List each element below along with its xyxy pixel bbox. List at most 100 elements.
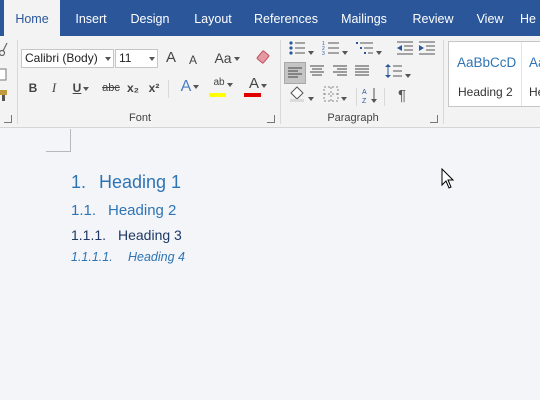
shading-button[interactable]: [286, 86, 316, 106]
format-painter-icon[interactable]: [0, 88, 10, 102]
shrink-font-label: A: [188, 53, 197, 67]
highlight-color-button[interactable]: ab: [207, 76, 239, 97]
change-case-label: Aa: [214, 50, 232, 66]
subscript-label: x₂: [126, 81, 139, 95]
align-left-icon: [288, 67, 302, 78]
align-center-icon: [310, 65, 324, 76]
copy-icon[interactable]: [0, 67, 8, 81]
multilevel-list-button[interactable]: [354, 40, 384, 60]
tab-mailings[interactable]: Mailings: [332, 0, 396, 36]
style-heading2-name[interactable]: Heading 2: [458, 85, 513, 99]
bold-label: B: [28, 81, 38, 95]
highlight-swatch: [209, 93, 226, 97]
tab-insert[interactable]: Insert: [64, 0, 118, 36]
font-launcher-icon[interactable]: [267, 115, 275, 123]
tab-help[interactable]: He: [520, 0, 540, 36]
align-right-button[interactable]: [331, 64, 349, 84]
italic-label: I: [51, 80, 57, 95]
tab-references[interactable]: References: [248, 0, 324, 36]
shrink-font-button[interactable]: A: [184, 50, 202, 70]
italic-button[interactable]: I: [45, 78, 63, 98]
heading-number: 1.1.: [71, 202, 97, 219]
font-size-value: 11: [119, 51, 132, 65]
grow-font-button[interactable]: A: [162, 48, 180, 68]
tab-design[interactable]: Design: [122, 0, 178, 36]
font-color-swatch: [244, 93, 261, 97]
font-name-combo[interactable]: Calibri (Body): [21, 49, 114, 68]
style-next-name[interactable]: He: [529, 85, 540, 99]
borders-button[interactable]: [320, 86, 350, 106]
text-effects-button[interactable]: A: [175, 77, 205, 97]
paint-bucket-icon: [290, 86, 304, 102]
document-canvas[interactable]: 1. Heading 1 1.1. Heading 2 1.1.1. Heading …: [0, 129, 540, 400]
svg-text:Z: Z: [362, 98, 367, 104]
change-case-button[interactable]: Aa: [212, 48, 242, 68]
strikethrough-label: abc: [102, 82, 120, 94]
numbering-button[interactable]: 123: [320, 40, 350, 60]
line-spacing-icon: [385, 64, 402, 78]
heading-3-line[interactable]: 1.1.1. Heading 3: [71, 227, 182, 243]
grow-font-label: A: [165, 49, 176, 66]
separator: [384, 88, 385, 106]
cut-icon[interactable]: [0, 42, 8, 57]
tab-layout[interactable]: Layout: [184, 0, 242, 36]
numbering-icon: 123: [322, 41, 339, 57]
eraser-icon: [256, 50, 270, 64]
heading-1-line[interactable]: 1. Heading 1: [71, 172, 181, 193]
increase-indent-button[interactable]: [418, 40, 436, 60]
tab-home[interactable]: Home: [4, 0, 60, 36]
tab-view[interactable]: View: [468, 0, 512, 36]
styles-gallery[interactable]: AaBbCcD Heading 2 Aa He: [448, 41, 540, 107]
line-spacing-button[interactable]: [384, 63, 412, 83]
superscript-button[interactable]: x²: [145, 78, 163, 98]
show-hide-marks-button[interactable]: ¶: [393, 86, 411, 106]
decrease-indent-icon: [397, 41, 413, 55]
heading-text: Heading 4: [128, 250, 185, 264]
heading-text: Heading 2: [108, 202, 177, 219]
font-color-button[interactable]: A: [242, 75, 274, 97]
underline-label: U: [72, 81, 82, 95]
font-name-value: Calibri (Body): [25, 51, 98, 65]
clipboard-launcher-icon[interactable]: [4, 115, 12, 123]
underline-button[interactable]: U: [67, 78, 95, 98]
style-heading2-preview[interactable]: AaBbCcD: [457, 55, 516, 70]
heading-number: 1.1.1.1.: [71, 250, 113, 264]
multilevel-list-icon: [356, 42, 373, 54]
style-next-preview[interactable]: Aa: [529, 55, 540, 70]
strikethrough-button[interactable]: abc: [101, 78, 121, 98]
decrease-indent-button[interactable]: [396, 40, 414, 60]
ribbon-tab-bar: Home Insert Design Layout References Mai…: [0, 0, 540, 36]
svg-text:3: 3: [322, 51, 325, 56]
align-right-icon: [333, 65, 347, 76]
margin-corner-mark: [46, 151, 71, 152]
clear-formatting-button[interactable]: [255, 48, 273, 68]
separator: [17, 40, 18, 124]
margin-corner-mark: [70, 129, 71, 151]
justify-button[interactable]: [353, 64, 371, 84]
heading-number: 1.1.1.: [71, 227, 107, 243]
sort-button[interactable]: AZ: [362, 86, 380, 106]
heading-4-line[interactable]: 1.1.1.1. Heading 4: [71, 250, 185, 264]
bullets-icon: [289, 41, 305, 55]
font-size-combo[interactable]: 11: [115, 49, 158, 68]
heading-text: Heading 3: [118, 227, 182, 243]
subscript-button[interactable]: x₂: [124, 78, 142, 98]
font-color-label: A: [248, 75, 259, 92]
paragraph-group-label: Paragraph: [327, 112, 379, 124]
pilcrow-label: ¶: [397, 87, 407, 104]
increase-indent-icon: [419, 41, 435, 55]
align-left-button[interactable]: [284, 62, 306, 84]
separator: [168, 80, 169, 98]
separator: [443, 40, 444, 124]
borders-icon: [323, 86, 339, 102]
highlight-label: ab: [213, 77, 225, 88]
tab-review[interactable]: Review: [404, 0, 462, 36]
gallery-divider: [521, 42, 522, 106]
heading-2-line[interactable]: 1.1. Heading 2: [71, 202, 176, 219]
bullets-button[interactable]: [286, 40, 316, 60]
bold-button[interactable]: B: [24, 78, 42, 98]
align-center-button[interactable]: [308, 64, 326, 84]
ribbon-home: Calibri (Body) 11 A A Aa B I U abc x₂ x²…: [0, 36, 540, 128]
paragraph-launcher-icon[interactable]: [430, 115, 438, 123]
separator: [356, 88, 357, 106]
